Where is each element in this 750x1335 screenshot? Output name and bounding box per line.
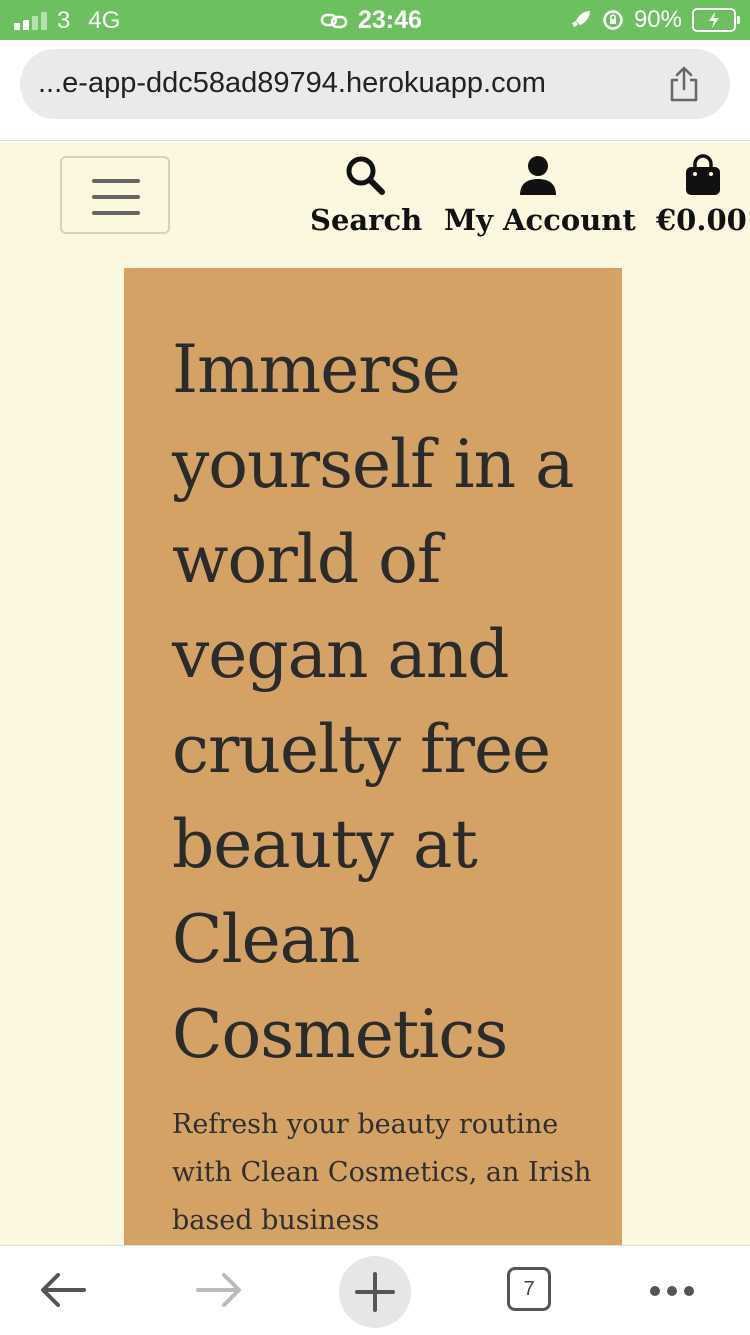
forward-arrow-icon[interactable]	[194, 1270, 244, 1310]
shopping-bag-link[interactable]: €0.00	[656, 151, 750, 237]
bag-total: €0.00	[656, 203, 747, 237]
back-arrow-icon[interactable]	[38, 1270, 88, 1310]
share-icon[interactable]	[666, 65, 702, 103]
search-label: Search	[310, 203, 423, 237]
user-icon	[520, 156, 556, 195]
browser-address-area: ...e-app-ddc58ad89794.herokuapp.com	[0, 40, 750, 141]
browser-toolbar: 7	[0, 1245, 750, 1335]
search-icon	[346, 156, 385, 195]
hero-banner: Immerse yourself in a world of vegan and…	[124, 268, 622, 1248]
search-link[interactable]: Search	[310, 151, 423, 237]
new-tab-button[interactable]	[339, 1256, 411, 1328]
my-account-label: My Account	[444, 203, 636, 237]
signal-icon	[14, 12, 47, 30]
link-icon	[320, 13, 348, 28]
orientation-lock-icon	[603, 10, 623, 30]
more-options-icon[interactable]	[648, 1284, 696, 1298]
site-header: Search My Account €0.00	[0, 141, 750, 251]
menu-toggle-button[interactable]	[60, 156, 170, 234]
plus-icon	[355, 1272, 395, 1312]
hero-subtitle: Refresh your beauty routine with Clean C…	[172, 1109, 592, 1236]
clock: 23:46	[358, 6, 422, 34]
status-bar: 3 4G 23:46 90%	[0, 0, 750, 40]
tabs-button[interactable]: 7	[507, 1267, 551, 1311]
network-type: 4G	[88, 7, 121, 34]
rocket-icon	[571, 11, 590, 28]
battery-icon	[692, 8, 740, 32]
carrier-name: 3	[57, 7, 71, 34]
address-bar[interactable]: ...e-app-ddc58ad89794.herokuapp.com	[20, 49, 730, 119]
hero-heading: Immerse yourself in a world of vegan and…	[172, 331, 574, 1073]
battery-percentage: 90%	[633, 6, 682, 33]
shopping-bag-icon	[686, 154, 720, 195]
url-text[interactable]: ...e-app-ddc58ad89794.herokuapp.com	[38, 67, 546, 100]
my-account-link[interactable]: My Account	[444, 151, 636, 237]
